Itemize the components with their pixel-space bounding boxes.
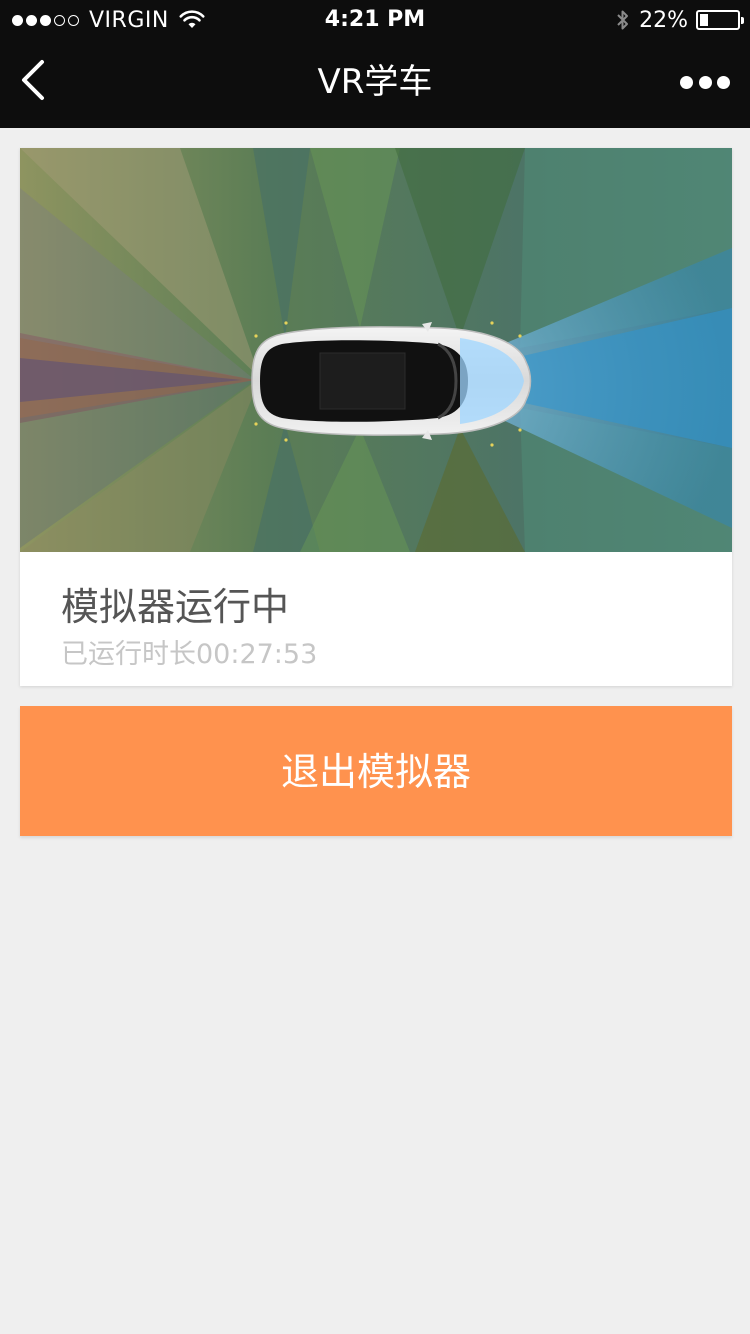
more-options-icon[interactable]	[680, 68, 730, 96]
navigation-bar: VR学车	[0, 40, 750, 128]
exit-simulator-button[interactable]: 退出模拟器	[20, 706, 732, 836]
simulator-status-title: 模拟器运行中	[61, 585, 290, 629]
bluetooth-icon	[617, 10, 629, 30]
status-bar: VIRGIN 4:21 PM 22%	[0, 0, 750, 40]
battery-percent: 22%	[639, 7, 688, 33]
car-sensor-illustration	[20, 148, 732, 552]
simulator-card: 模拟器运行中 已运行时长00:27:53	[20, 148, 732, 686]
page-title: VR学车	[317, 62, 433, 102]
status-right: 22%	[615, 0, 744, 40]
battery-icon	[696, 10, 744, 30]
elapsed-time: 已运行时长00:27:53	[61, 639, 318, 670]
